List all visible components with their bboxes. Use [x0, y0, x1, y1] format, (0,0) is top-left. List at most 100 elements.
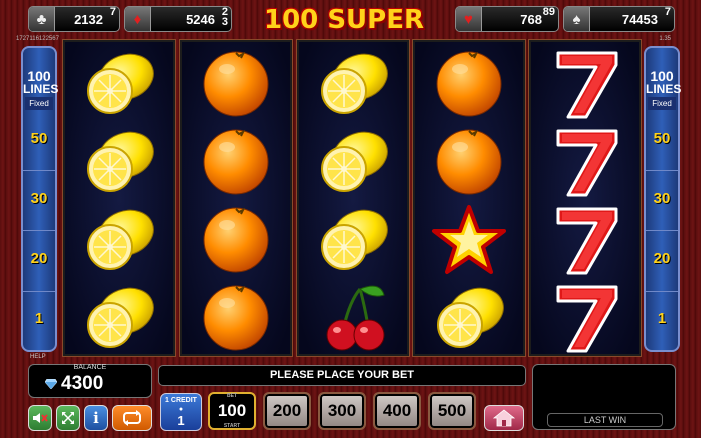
bet-button-100[interactable]: BET 100 START [208, 392, 256, 430]
seven-symbol [531, 200, 639, 278]
lemon-icon [87, 209, 154, 270]
credit-label: 1 CREDIT [165, 397, 197, 404]
lemon-symbol [299, 44, 407, 122]
line-marker-1: 1 [34, 310, 44, 327]
credit-value: 1 [177, 413, 185, 428]
bet-top-label: BET [227, 393, 237, 399]
line-marker-20: 20 [30, 250, 48, 267]
lemon-symbol [65, 278, 173, 356]
orange-symbol [182, 278, 290, 356]
line-marker-30: 30 [653, 190, 671, 207]
lines-panel-right: 100 LINES Fixed 50 30 20 1 [644, 46, 682, 352]
jackpot-spades: ♠ 74453 7 [563, 6, 675, 32]
jackpot-clubs-value: 2132 7 [74, 5, 116, 27]
orange-symbol [415, 44, 523, 122]
hearts-icon: ♥ [456, 7, 482, 31]
bet-button-400[interactable]: 400 [373, 392, 421, 430]
lines-label: LINES [646, 82, 682, 96]
jackpot-hearts-value: 768 89 [520, 5, 555, 27]
orange-icon [203, 129, 269, 195]
jackpot-diamonds: ♦ 5246 2 3 [124, 6, 232, 32]
balance-label: BALANCE [73, 364, 107, 371]
bet-bottom-label: START [223, 423, 241, 429]
orange-icon [203, 285, 269, 351]
fullscreen-button[interactable] [56, 405, 80, 431]
jackpot-diamonds-value: 5246 2 3 [186, 5, 228, 28]
lemon-symbol [415, 278, 523, 356]
lemon-icon [87, 53, 154, 114]
line-marker-50: 50 [653, 130, 671, 147]
diamond-icon [45, 379, 57, 389]
lemon-icon [437, 287, 504, 348]
lines-label: LINES [23, 82, 59, 96]
sound-off-icon [33, 413, 48, 423]
lines-fixed-label: Fixed [25, 97, 53, 110]
sound-toggle-button[interactable] [28, 405, 52, 431]
line-marker-50: 50 [30, 130, 48, 147]
lines-panel-left: 100 LINES Fixed 50 30 20 1 [21, 46, 59, 352]
lemon-icon [87, 287, 154, 348]
cherry-symbol [299, 278, 407, 356]
bet-button-500[interactable]: 500 [428, 392, 476, 430]
game-title: 100 SUPER HOT [264, 5, 424, 71]
home-icon [493, 409, 515, 427]
lemon-icon [321, 209, 388, 270]
autoplay-icon [123, 410, 141, 426]
balance-display: BALANCE 4300 [28, 364, 152, 398]
seven-icon [556, 129, 618, 197]
jackpot-clubs: ♣ 2132 7 [28, 6, 120, 32]
status-message: PLEASE PLACE YOUR BET [158, 365, 526, 386]
orange-symbol [182, 44, 290, 122]
help-link[interactable]: HELP [30, 354, 46, 360]
jackpot-hearts: ♥ 768 89 [455, 6, 559, 32]
line-marker-1: 1 [657, 310, 667, 327]
autoplay-button[interactable] [112, 405, 152, 431]
reel-5 [529, 40, 641, 356]
reel-3 [297, 40, 409, 356]
home-button[interactable] [484, 405, 524, 431]
seven-symbol [531, 122, 639, 200]
last-win-label: LAST WIN [547, 413, 663, 427]
lines-fixed-label: Fixed [648, 97, 676, 110]
orange-icon [436, 51, 502, 117]
line-marker-30: 30 [30, 190, 48, 207]
cherry-icon [326, 285, 385, 351]
lemon-symbol [299, 200, 407, 278]
bet-button-200[interactable]: 200 [263, 392, 311, 430]
seven-icon [556, 207, 618, 275]
clubs-icon: ♣ [29, 7, 55, 31]
orange-icon [436, 129, 502, 195]
lemon-symbol [65, 44, 173, 122]
version-label: 1.35 [659, 36, 671, 42]
orange-symbol [182, 200, 290, 278]
last-win-display: LAST WIN [532, 364, 676, 430]
info-button[interactable]: i [84, 405, 108, 431]
reel-1 [63, 40, 175, 356]
spades-icon: ♠ [564, 7, 590, 31]
reel-2 [180, 40, 292, 356]
lemon-symbol [299, 122, 407, 200]
lemon-symbol [65, 122, 173, 200]
line-marker-20: 20 [653, 250, 671, 267]
seven-symbol [531, 278, 639, 356]
jackpot-spades-value: 74453 7 [621, 5, 671, 27]
diamonds-icon: ♦ [125, 7, 151, 31]
seven-icon [556, 285, 618, 353]
reel-4 [413, 40, 525, 356]
orange-symbol [415, 122, 523, 200]
credit-selector[interactable]: 1 CREDIT ● 1 [160, 393, 202, 431]
lemon-symbol [65, 200, 173, 278]
seven-icon [556, 51, 618, 119]
orange-icon [203, 207, 269, 273]
lemon-icon [87, 131, 154, 192]
balance-value: 4300 [61, 373, 104, 394]
orange-icon [203, 51, 269, 117]
star-symbol [415, 200, 523, 278]
orange-symbol [182, 122, 290, 200]
star-icon [432, 205, 506, 274]
fullscreen-icon [62, 412, 74, 424]
seven-symbol [531, 44, 639, 122]
session-id: 1727116122567 [16, 36, 59, 42]
lemon-icon [321, 53, 388, 114]
bet-button-300[interactable]: 300 [318, 392, 366, 430]
